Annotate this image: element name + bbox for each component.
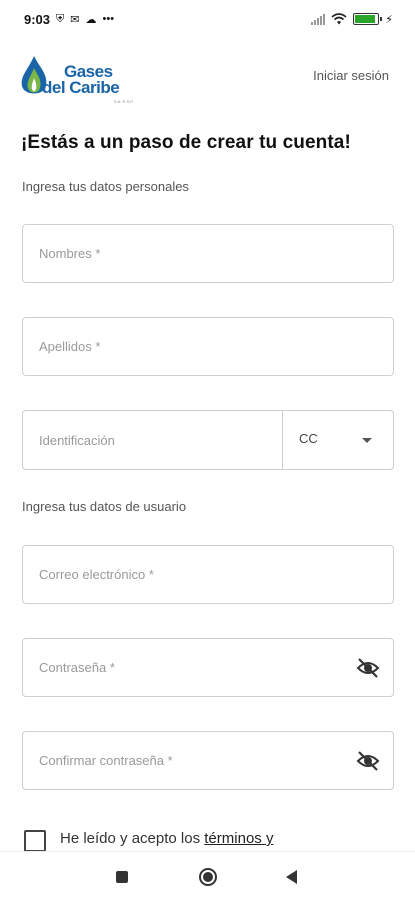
document-type-value: CC bbox=[299, 431, 318, 446]
personal-section-label: Ingresa tus datos personales bbox=[22, 179, 189, 194]
app-header: Gases del Caribe S.A. E.S.P. Iniciar ses… bbox=[0, 48, 415, 108]
first-name-input[interactable] bbox=[23, 225, 393, 282]
recents-icon[interactable] bbox=[116, 871, 128, 883]
last-name-field bbox=[22, 317, 394, 376]
email-field bbox=[22, 545, 394, 604]
terms-checkbox[interactable] bbox=[24, 830, 46, 852]
email-input[interactable] bbox=[23, 546, 393, 603]
user-section-label: Ingresa tus datos de usuario bbox=[22, 499, 187, 514]
dropdown-caret-icon bbox=[362, 438, 372, 443]
identification-input[interactable] bbox=[23, 411, 282, 469]
status-bar: 9:03 ⛨ ✉ ☁ ••• ⚡ bbox=[0, 0, 415, 38]
charging-icon: ⚡ bbox=[385, 13, 393, 26]
home-icon[interactable] bbox=[199, 868, 217, 886]
password-field bbox=[22, 638, 394, 697]
terms-row: He leído y acepto los términos y bbox=[24, 829, 273, 852]
wifi-icon bbox=[331, 13, 347, 25]
login-link[interactable]: Iniciar sesión bbox=[313, 68, 389, 83]
document-type-select[interactable]: CC bbox=[282, 410, 394, 470]
brand-subtitle: S.A. E.S.P. bbox=[114, 99, 134, 104]
identification-row: CC bbox=[22, 410, 394, 470]
status-time: 9:03 bbox=[24, 11, 51, 27]
terms-text: He leído y acepto los bbox=[60, 830, 205, 847]
more-icon: ••• bbox=[102, 13, 115, 25]
password-visibility-off-icon[interactable] bbox=[356, 657, 380, 679]
brand-name-line2: del Caribe bbox=[42, 78, 120, 97]
page-title: ¡Estás a un paso de crear tu cuenta! bbox=[21, 132, 351, 153]
confirm-visibility-off-icon[interactable] bbox=[356, 750, 380, 772]
last-name-input[interactable] bbox=[23, 318, 393, 375]
confirm-password-field bbox=[22, 731, 394, 790]
shield-icon: ⛨ bbox=[56, 12, 65, 25]
identification-field bbox=[22, 410, 283, 470]
mail-icon: ✉ bbox=[70, 13, 80, 26]
cloud-icon: ☁ bbox=[85, 13, 97, 26]
system-nav-bar bbox=[0, 851, 415, 900]
battery-icon bbox=[353, 13, 383, 25]
terms-link[interactable]: términos y bbox=[204, 830, 273, 847]
first-name-field bbox=[22, 224, 394, 283]
signal-icon bbox=[311, 13, 326, 25]
brand-logo: Gases del Caribe S.A. E.S.P. bbox=[18, 52, 138, 104]
back-icon[interactable] bbox=[286, 870, 297, 884]
confirm-password-input[interactable] bbox=[23, 732, 393, 789]
password-input[interactable] bbox=[23, 639, 393, 696]
